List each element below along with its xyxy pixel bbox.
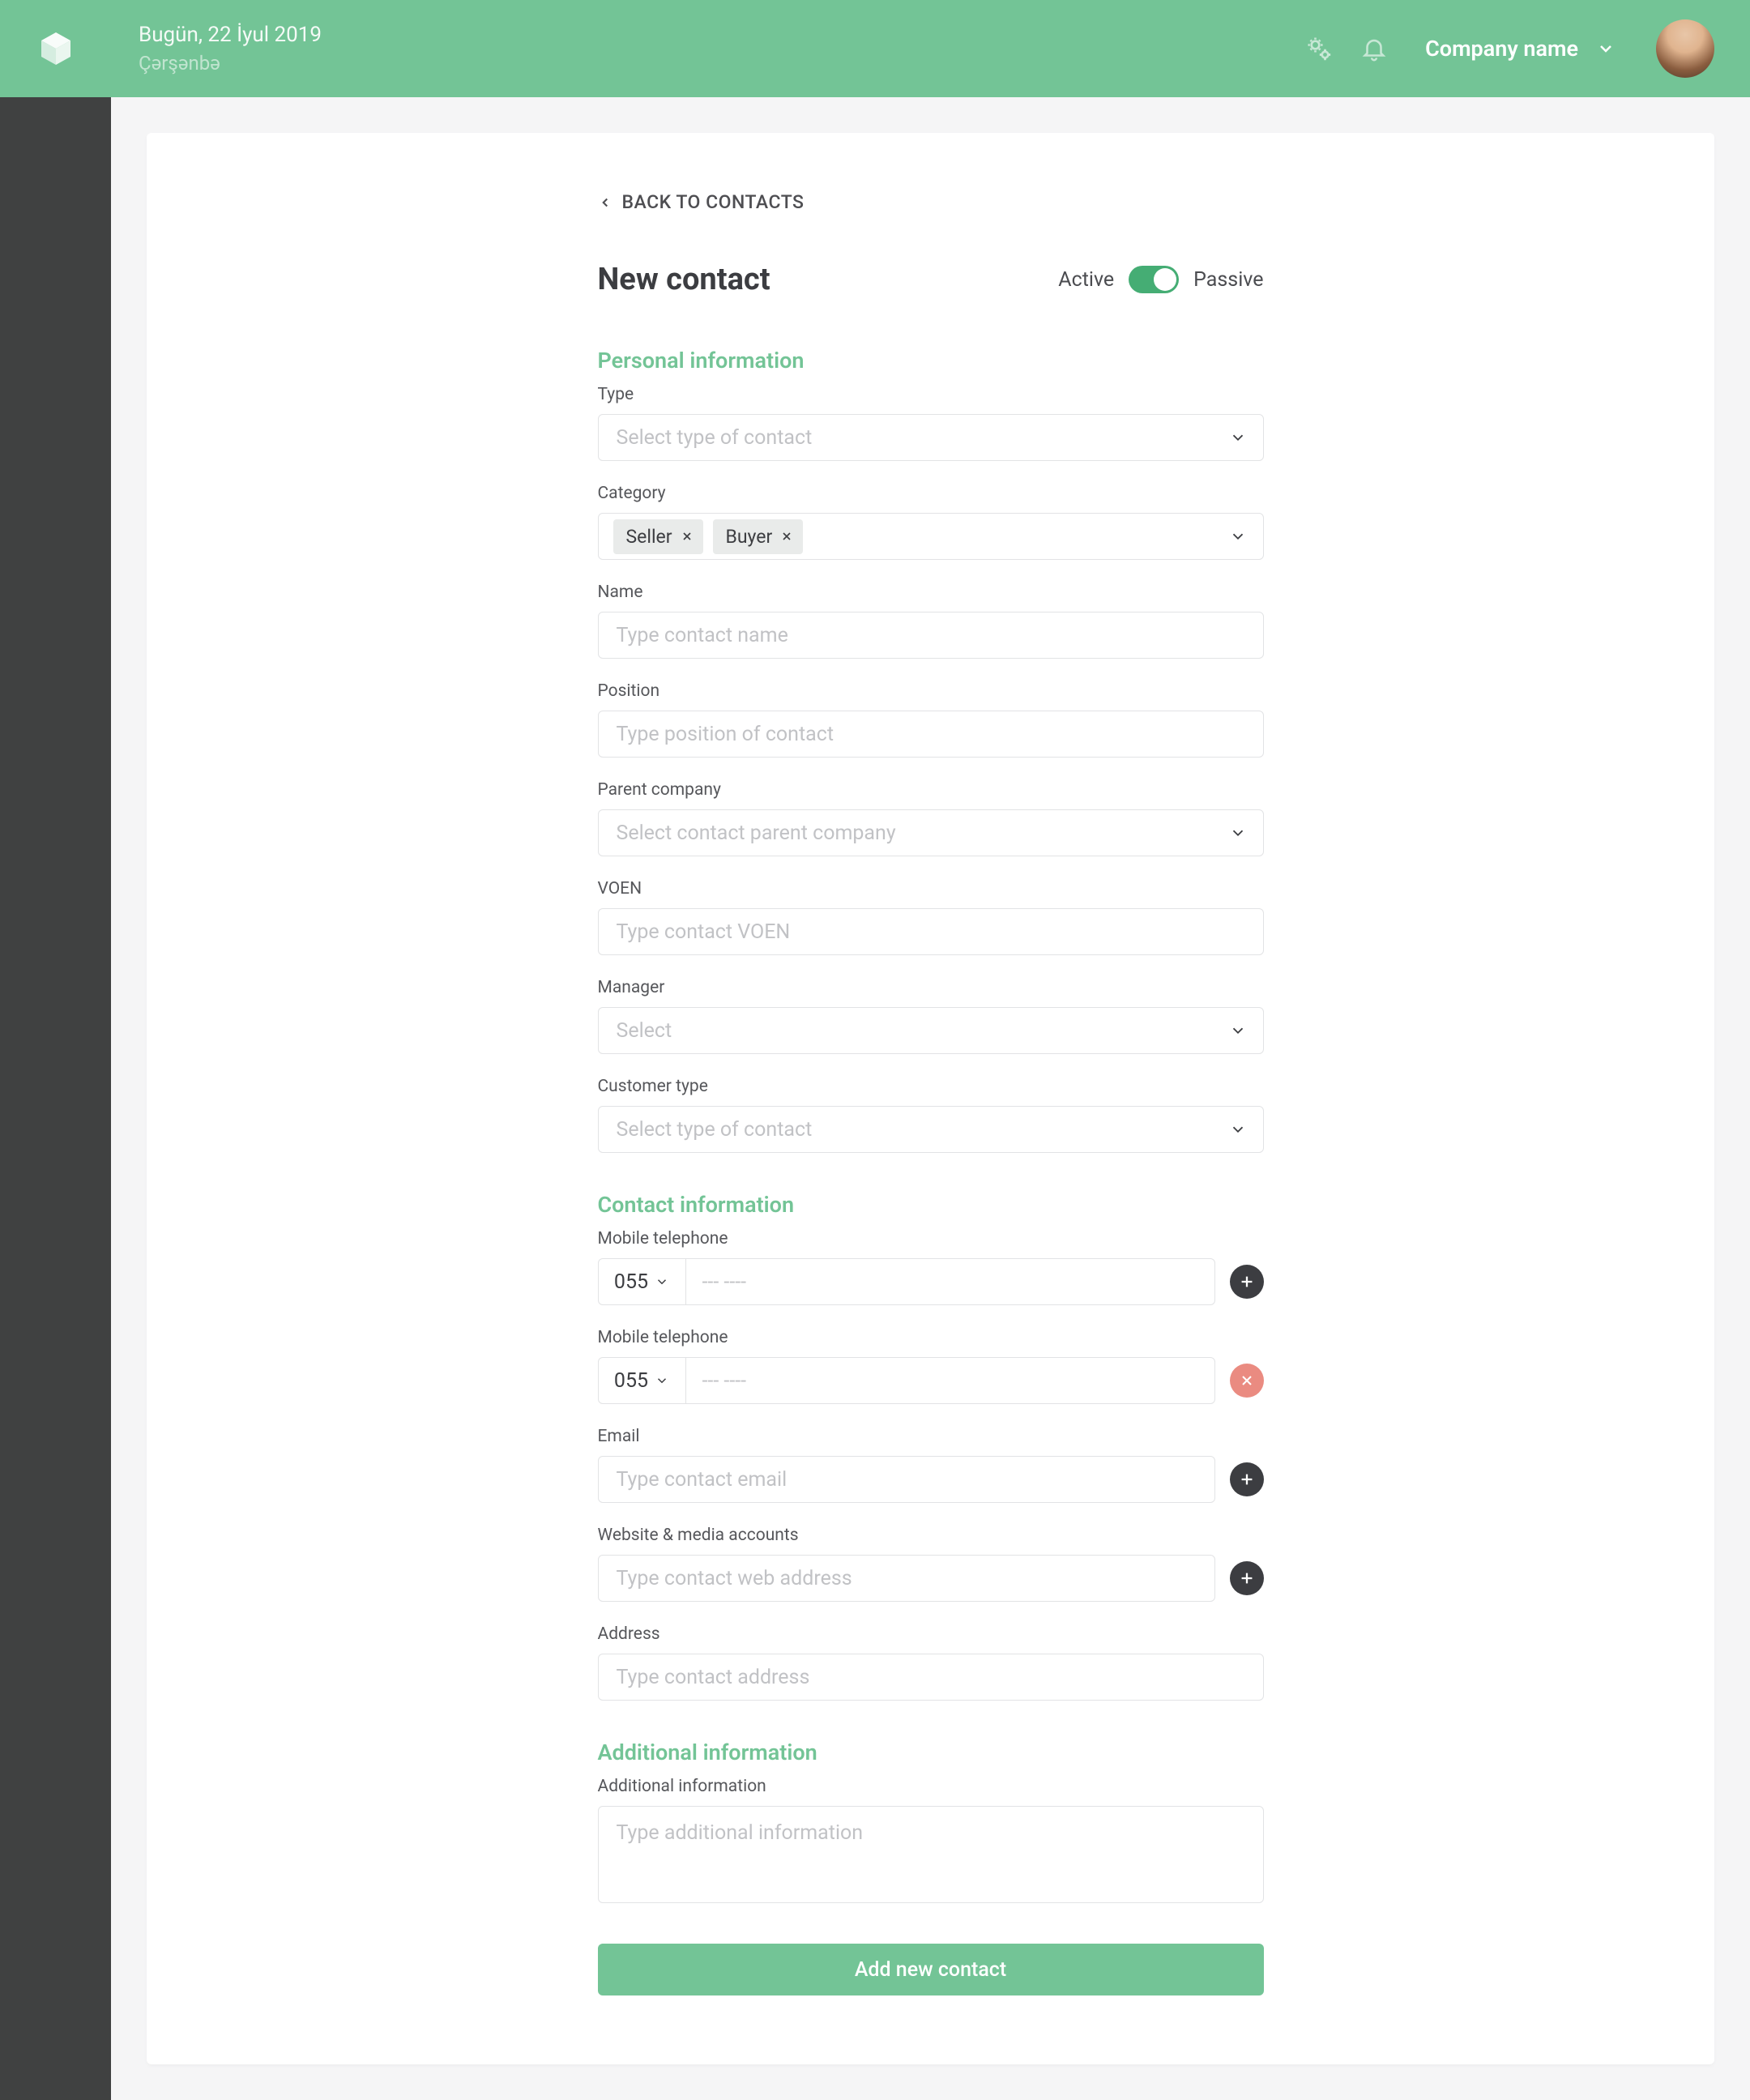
page-title: New contact xyxy=(598,262,770,297)
additional-info-label: Additional information xyxy=(598,1777,1264,1796)
voen-input[interactable] xyxy=(598,908,1264,955)
mobile1-input[interactable] xyxy=(686,1259,1214,1304)
chevron-down-icon xyxy=(1229,429,1247,446)
date-text: Bugün, 22 İyul 2019 xyxy=(139,23,322,47)
address-input[interactable] xyxy=(598,1654,1264,1701)
close-icon[interactable] xyxy=(780,530,793,543)
chevron-down-icon xyxy=(1229,1022,1247,1039)
plus-icon xyxy=(1238,1273,1256,1291)
category-select[interactable]: Seller Buyer xyxy=(598,513,1264,560)
parent-company-label: Parent company xyxy=(598,780,1264,800)
add-new-contact-button[interactable]: Add new contact xyxy=(598,1944,1264,1995)
chevron-down-icon xyxy=(1229,1120,1247,1138)
chevron-down-icon xyxy=(1596,39,1616,58)
close-icon[interactable] xyxy=(681,530,694,543)
chevron-down-icon xyxy=(1229,824,1247,842)
passive-label: Passive xyxy=(1193,268,1263,292)
content-card: BACK TO CONTACTS New contact Active Pass… xyxy=(147,133,1714,2064)
address-label: Address xyxy=(598,1624,1264,1644)
additional-info-textarea[interactable] xyxy=(598,1806,1264,1903)
plus-icon xyxy=(1238,1569,1256,1587)
sidebar xyxy=(0,0,111,2100)
add-phone-button[interactable] xyxy=(1230,1265,1264,1299)
active-label: Active xyxy=(1058,268,1114,292)
parent-company-select[interactable]: Select contact parent company xyxy=(598,809,1264,856)
chevron-down-icon xyxy=(655,1274,669,1289)
plus-icon xyxy=(1238,1470,1256,1488)
tag-buyer-label: Buyer xyxy=(726,526,773,548)
position-label: Position xyxy=(598,681,1264,701)
customer-type-placeholder: Select type of contact xyxy=(617,1118,813,1142)
mobile2-label: Mobile telephone xyxy=(598,1328,1264,1347)
date-block: Bugün, 22 İyul 2019 Çərşənbə xyxy=(139,23,322,75)
mobile2-input[interactable] xyxy=(686,1358,1214,1403)
tag-seller[interactable]: Seller xyxy=(613,519,703,554)
chevron-left-icon xyxy=(598,195,612,210)
mobile2-prefix-select[interactable]: 055 xyxy=(599,1358,686,1403)
company-selector[interactable]: Company name xyxy=(1425,36,1616,62)
status-toggle[interactable] xyxy=(1129,266,1179,293)
manager-select[interactable]: Select xyxy=(598,1007,1264,1054)
mobile1-prefix-select[interactable]: 055 xyxy=(599,1259,686,1304)
category-label: Category xyxy=(598,484,1264,503)
avatar[interactable] xyxy=(1656,19,1714,78)
logo-box[interactable] xyxy=(0,0,111,97)
mobile1-label: Mobile telephone xyxy=(598,1229,1264,1248)
section-personal: Personal information xyxy=(598,348,1264,373)
close-icon xyxy=(1239,1372,1255,1389)
back-link-label: BACK TO CONTACTS xyxy=(622,191,805,213)
settings-icon[interactable] xyxy=(1304,33,1334,64)
parent-company-placeholder: Select contact parent company xyxy=(617,822,896,845)
email-input[interactable] xyxy=(598,1456,1215,1503)
name-label: Name xyxy=(598,583,1264,602)
back-to-contacts-link[interactable]: BACK TO CONTACTS xyxy=(598,191,805,213)
remove-phone-button[interactable] xyxy=(1230,1364,1264,1398)
customer-type-label: Customer type xyxy=(598,1077,1264,1096)
position-input[interactable] xyxy=(598,711,1264,758)
tag-buyer[interactable]: Buyer xyxy=(713,519,804,554)
voen-label: VOEN xyxy=(598,879,1264,898)
manager-label: Manager xyxy=(598,978,1264,997)
chevron-down-icon xyxy=(655,1373,669,1388)
name-input[interactable] xyxy=(598,612,1264,659)
customer-type-select[interactable]: Select type of contact xyxy=(598,1106,1264,1153)
add-website-button[interactable] xyxy=(1230,1561,1264,1595)
section-contact: Contact information xyxy=(598,1192,1264,1218)
section-additional: Additional information xyxy=(598,1739,1264,1765)
bell-icon[interactable] xyxy=(1359,33,1389,64)
day-text: Çərşənbə xyxy=(139,52,322,75)
cube-logo-icon xyxy=(36,29,75,68)
header-bar: Bugün, 22 İyul 2019 Çərşənbə xyxy=(111,0,1750,97)
mobile1-prefix: 055 xyxy=(614,1270,648,1294)
type-label: Type xyxy=(598,385,1264,404)
mobile2-prefix: 055 xyxy=(614,1369,648,1393)
type-select[interactable]: Select type of contact xyxy=(598,414,1264,461)
company-name: Company name xyxy=(1425,36,1578,62)
type-placeholder: Select type of contact xyxy=(617,426,813,450)
toggle-knob xyxy=(1154,268,1176,291)
chevron-down-icon xyxy=(1229,527,1247,545)
email-label: Email xyxy=(598,1427,1264,1446)
tag-seller-label: Seller xyxy=(626,526,672,548)
website-label: Website & media accounts xyxy=(598,1526,1264,1545)
manager-placeholder: Select xyxy=(617,1019,672,1043)
website-input[interactable] xyxy=(598,1555,1215,1602)
add-email-button[interactable] xyxy=(1230,1462,1264,1496)
